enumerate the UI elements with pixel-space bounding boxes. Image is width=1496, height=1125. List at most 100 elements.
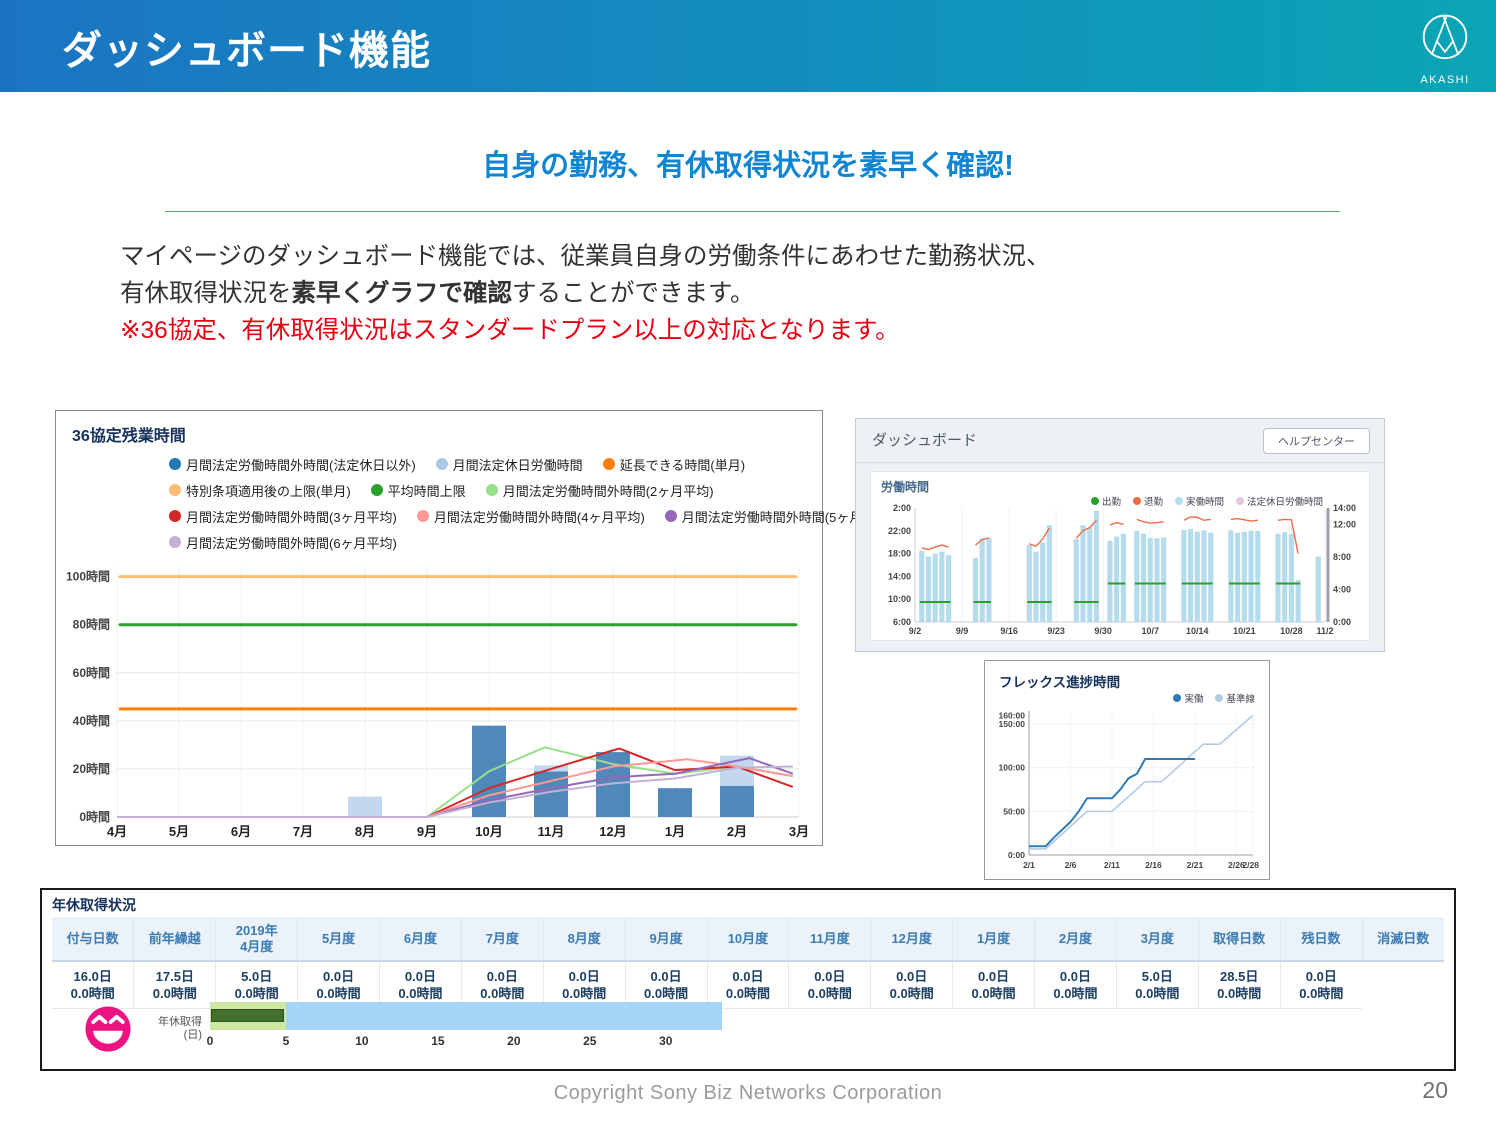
wk-bar [1114, 537, 1119, 623]
akashi-logo-icon [1415, 9, 1475, 71]
legend-dot [436, 458, 448, 470]
leave-table-header-row: 付与日数前年繰越2019年 4月度5月度6月度7月度8月度9月度10月度11月度… [52, 917, 1444, 961]
wk-x-tick-label: 9/9 [956, 626, 969, 636]
wk-bar [1188, 529, 1193, 622]
ot-x-tick-label: 1月 [665, 824, 685, 839]
leave-table-header-cell: 1月度 [953, 917, 1035, 961]
wk-bar [1208, 533, 1213, 622]
wk-x-tick-label: 10/14 [1186, 626, 1209, 636]
legend-label: 月間法定労働時間外時間(6ヶ月平均) [186, 533, 397, 552]
wk-x-tick-label: 10/7 [1141, 626, 1159, 636]
overtime-legend-item: 月間法定休日労働時間 [436, 455, 583, 474]
wk-x-tick-label: 9/23 [1047, 626, 1065, 636]
wk-clock-out-line [1110, 523, 1123, 525]
flex-panel: フレックス進捗時間 実働基準線 0:0050:00100:00150:00160… [984, 660, 1270, 880]
fx-y-tick-label: 100:00 [999, 763, 1026, 773]
ot-x-tick-label: 8月 [355, 824, 375, 839]
leave-table-header-cell: 8月度 [543, 917, 625, 961]
progress-label: 年休取得 (日) [144, 1016, 202, 1042]
akashi-logo: AKASHI [1407, 9, 1483, 86]
ot-bar-light [348, 797, 382, 817]
wk-left-axis-label: 18:00 [888, 549, 911, 559]
footer-copyright: Copyright Sony Biz Networks Corporation [0, 1082, 1496, 1105]
legend-label: 延長できる時間(単月) [620, 455, 745, 474]
leave-table-header-cell: 消滅日数 [1362, 917, 1444, 961]
wk-bar [1107, 541, 1112, 622]
ot-y-tick-label: 0時間 [79, 809, 110, 824]
leave-title: 年休取得状況 [52, 895, 136, 915]
ot-y-tick-label: 20時間 [73, 761, 110, 776]
wk-clock-out-line [1278, 519, 1298, 553]
body-text: マイページのダッシュボード機能では、従業員自身の労働条件にあわせた勤務状況、 有… [120, 238, 1051, 349]
legend-label: 月間法定労働時間外時間(4ヶ月平均) [434, 507, 645, 526]
wk-bar [1047, 525, 1052, 622]
fx-y-tick-label: 160:00 [999, 710, 1026, 720]
legend-dot [169, 458, 181, 470]
ot-bar-dark [658, 788, 692, 817]
wk-bar [1275, 534, 1280, 622]
leave-table-header-cell: 残日数 [1280, 917, 1362, 961]
wk-right-axis-label: 0:00 [1333, 617, 1351, 627]
wk-bar [1121, 534, 1126, 622]
wk-bar [933, 554, 938, 622]
leave-table-header-cell: 付与日数 [52, 917, 134, 961]
legend-label: 月間法定労働時間外時間(法定休日以外) [186, 455, 416, 474]
legend-label: 基準線 [1226, 691, 1255, 705]
progress-axis: 051015202530 [210, 1034, 722, 1056]
leave-table-header-cell: 11月度 [789, 917, 871, 961]
slide: ダッシュボード機能 AKASHI 自身の勤務、有休取得状況を素早く確認! マイペ… [0, 0, 1496, 1125]
leave-table-header-cell: 3月度 [1116, 917, 1198, 961]
wk-left-axis-label: 2:00 [893, 503, 911, 513]
wk-bar [1094, 511, 1099, 622]
smiley-icon [82, 1003, 134, 1055]
legend-label: 月間法定休日労働時間 [453, 455, 583, 474]
leave-table-header-cell: 12月度 [871, 917, 953, 961]
leave-table-cell: 0.0日 0.0時間 [953, 961, 1035, 1009]
wk-x-tick-label: 10/21 [1233, 626, 1256, 636]
wk-x-tick-label: 10/28 [1280, 626, 1303, 636]
body-line2-bold: 素早くグラフで確認 [292, 280, 513, 307]
body-line1: マイページのダッシュボード機能では、従業員自身の労働条件にあわせた勤務状況、 [120, 243, 1051, 270]
legend-dot [1173, 694, 1181, 702]
wk-bar [919, 551, 924, 622]
overtime-legend-item: 特別条項適用後の上限(単月) [169, 481, 351, 500]
wk-x-tick-label: 9/2 [909, 626, 922, 636]
wk-bar [1087, 528, 1092, 622]
body-line2-pre: 有休取得状況を [120, 280, 292, 307]
wk-bar [1296, 580, 1301, 622]
leave-table-header-cell: 5月度 [298, 917, 380, 961]
flex-legend: 実働基準線 [1173, 691, 1255, 705]
fx-x-tick-label: 2/1 [1023, 860, 1035, 870]
ot-x-tick-label: 3月 [789, 824, 809, 839]
leave-table-cell: 0.0日 0.0時間 [789, 961, 871, 1009]
ot-y-tick-label: 80時間 [73, 617, 110, 632]
ot-x-tick-label: 5月 [169, 824, 189, 839]
progress-tick-label: 20 [507, 1034, 520, 1048]
help-center-button[interactable]: ヘルプセンター [1263, 428, 1370, 454]
fx-y-tick-label: 0:00 [1008, 850, 1025, 860]
ot-y-tick-label: 100時間 [66, 569, 110, 584]
body-line2-post: することができます。 [512, 280, 755, 307]
ot-y-tick-label: 60時間 [73, 665, 110, 680]
overtime-legend-row: 特別条項適用後の上限(単月) 平均時間上限 月間法定労働時間外時間(2ヶ月平均) [169, 477, 893, 503]
wk-bar [1033, 552, 1038, 622]
ot-y-tick-label: 40時間 [73, 713, 110, 728]
wk-bar [1235, 533, 1240, 622]
wk-bar [1255, 531, 1260, 622]
leave-progress-row: 年休取得 (日) 051015202530 [82, 1002, 722, 1056]
legend-label: 平均時間上限 [388, 481, 466, 500]
leave-table-cell: 28.5日 0.0時間 [1198, 961, 1280, 1009]
wk-bar [1161, 537, 1166, 622]
overtime-legend-item: 月間法定労働時間外時間(2ヶ月平均) [486, 481, 714, 500]
wk-bar [1074, 539, 1079, 622]
wk-left-axis-label: 6:00 [893, 617, 911, 627]
flex-title: フレックス進捗時間 [999, 671, 1120, 691]
wk-bar [986, 538, 991, 622]
wk-bar [1316, 556, 1321, 622]
page-number: 20 [1422, 1077, 1448, 1104]
ot-x-tick-label: 9月 [417, 824, 437, 839]
page-title: ダッシュボード機能 [62, 18, 431, 76]
overtime-legend-item: 月間法定労働時間外時間(法定休日以外) [169, 455, 416, 474]
overtime-legend-item: 月間法定労働時間外時間(6ヶ月平均) [169, 533, 397, 552]
fx-x-tick-label: 2/28 [1242, 860, 1259, 870]
